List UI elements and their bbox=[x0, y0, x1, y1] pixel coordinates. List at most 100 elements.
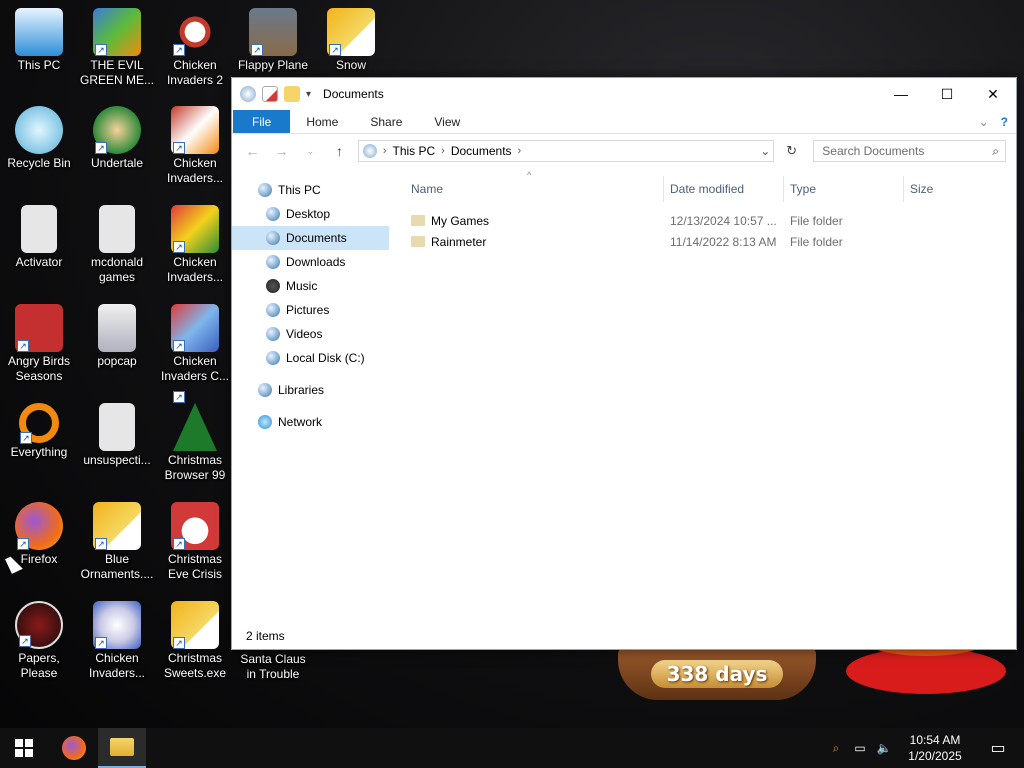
pictures-icon bbox=[266, 303, 280, 317]
file-icon bbox=[99, 403, 135, 451]
desktop-icon-label: Chicken Invaders... bbox=[88, 651, 146, 680]
desktop-icon-chicken-invaders-4[interactable]: ↗ Chicken Invaders... bbox=[156, 205, 234, 285]
customize-toolbar-icon[interactable]: ▾ bbox=[306, 89, 311, 100]
nav-label: Pictures bbox=[286, 303, 330, 317]
desktop-icon-everything[interactable]: ↗ Everything bbox=[0, 403, 78, 460]
desktop-icon-flappy-plane[interactable]: ↗ Flappy Plane bbox=[234, 8, 312, 73]
desktop-icon-christmas-sweets[interactable]: ↗ Christmas Sweets.exe bbox=[156, 601, 234, 681]
chicken-icon: ↗ bbox=[171, 205, 219, 253]
desktop-icon-chicken-invaders-3[interactable]: ↗ Chicken Invaders... bbox=[156, 106, 234, 186]
file-row[interactable]: My Games 12/13/2024 10:57 ... File folde… bbox=[407, 210, 1016, 231]
nav-videos[interactable]: Videos bbox=[232, 322, 389, 346]
breadcrumb-separator-icon[interactable]: › bbox=[441, 145, 445, 157]
system-tray: ⌕ ▭ 🔈 10:54 AM 1/20/2025 ▭ bbox=[828, 728, 1024, 768]
desktop-icon-papers-please[interactable]: ↗ Papers, Please bbox=[0, 601, 78, 681]
nav-pictures[interactable]: Pictures bbox=[232, 298, 389, 322]
search-box[interactable]: ⌕ bbox=[813, 140, 1007, 162]
tab-home[interactable]: Home bbox=[290, 110, 354, 133]
maximize-button[interactable]: ☐ bbox=[924, 78, 970, 110]
clock[interactable]: 10:54 AM 1/20/2025 bbox=[900, 732, 970, 764]
everything-tray-icon[interactable]: ⌕ bbox=[828, 740, 844, 756]
desktop-icon-label: Snow bbox=[335, 58, 367, 72]
search-icon[interactable]: ⌕ bbox=[992, 144, 1005, 159]
desktop-icon-recycle-bin[interactable]: Recycle Bin bbox=[0, 106, 78, 171]
up-button[interactable]: ↑ bbox=[329, 143, 350, 159]
start-button[interactable] bbox=[0, 728, 48, 768]
taskbar-firefox[interactable] bbox=[50, 728, 98, 768]
column-header-name[interactable]: Name bbox=[407, 176, 664, 202]
file-icon bbox=[99, 205, 135, 253]
address-dropdown-icon[interactable]: ⌄ bbox=[757, 144, 773, 158]
properties-icon[interactable] bbox=[262, 86, 278, 102]
desktop-icon-santa-claus-trouble[interactable]: Santa Claus in Trouble bbox=[234, 652, 312, 682]
nav-documents[interactable]: Documents bbox=[232, 226, 389, 250]
close-icon: ✕ bbox=[987, 85, 999, 102]
countdown-stand: 338 days bbox=[618, 648, 816, 700]
desktop-icon-christmas-eve-crisis[interactable]: ↗ Christmas Eve Crisis bbox=[156, 502, 234, 582]
nav-local-disk[interactable]: Local Disk (C:) bbox=[232, 346, 389, 370]
nav-music[interactable]: Music bbox=[232, 274, 389, 298]
minimize-button[interactable]: — bbox=[878, 78, 924, 110]
shortcut-arrow-icon: ↗ bbox=[173, 391, 185, 403]
nav-network[interactable]: Network bbox=[232, 410, 389, 434]
nav-libraries[interactable]: Libraries bbox=[232, 378, 389, 402]
desktop-icon-evil-green-me[interactable]: ↗ THE EVIL GREEN ME... bbox=[78, 8, 156, 88]
nav-desktop[interactable]: Desktop bbox=[232, 202, 389, 226]
desktop-icon-label: Firefox bbox=[20, 552, 58, 566]
nav-label: Documents bbox=[286, 231, 347, 245]
taskbar-file-explorer[interactable] bbox=[98, 728, 146, 768]
tab-view[interactable]: View bbox=[418, 110, 476, 133]
sort-ascending-icon: ^ bbox=[527, 170, 532, 180]
desktop-icon-mcdonald-games[interactable]: mcdonald games bbox=[78, 205, 156, 285]
breadcrumb-documents[interactable]: Documents bbox=[451, 144, 512, 158]
column-header-date[interactable]: Date modified bbox=[664, 176, 784, 202]
nav-label: Videos bbox=[286, 327, 323, 341]
breadcrumb-this-pc[interactable]: This PC bbox=[392, 144, 435, 158]
desktop-icon-chicken-invaders-2[interactable]: ↗ Chicken Invaders 2 bbox=[156, 8, 234, 88]
desktop-icon-unsuspecting[interactable]: unsuspecti... bbox=[78, 403, 156, 468]
desktop-icon-this-pc[interactable]: This PC bbox=[0, 8, 78, 73]
network-tray-icon[interactable]: ▭ bbox=[852, 740, 868, 756]
action-center-button[interactable]: ▭ bbox=[978, 728, 1018, 768]
tab-share[interactable]: Share bbox=[354, 110, 418, 133]
tab-file[interactable]: File bbox=[233, 110, 291, 133]
desktop-icon-label: Christmas Eve Crisis bbox=[167, 552, 222, 581]
nav-downloads[interactable]: Downloads bbox=[232, 250, 389, 274]
desktop-icon-activator[interactable]: Activator bbox=[0, 205, 78, 270]
desktop-icon-label: popcap bbox=[97, 354, 137, 368]
nav-this-pc[interactable]: This PC bbox=[232, 178, 389, 202]
volume-muted-icon[interactable]: 🔈 bbox=[876, 740, 892, 756]
file-list: ^ Name Date modified Type Size My Games … bbox=[389, 170, 1016, 623]
close-button[interactable]: ✕ bbox=[970, 78, 1016, 110]
desktop-icon-blue-ornaments[interactable]: ↗ Blue Ornaments.... bbox=[78, 502, 156, 582]
address-bar[interactable]: › This PC › Documents › ⌄ bbox=[357, 140, 775, 162]
desktop-icon-chicken-invaders-6[interactable]: ↗ Chicken Invaders... bbox=[78, 601, 156, 681]
videos-icon bbox=[266, 327, 280, 341]
refresh-button[interactable]: ↻ bbox=[782, 143, 801, 159]
desktop-icon-angry-birds[interactable]: ↗ Angry Birds Seasons bbox=[0, 304, 78, 384]
popcap-icon bbox=[98, 304, 136, 352]
nav-label: Desktop bbox=[286, 207, 331, 221]
column-header-size[interactable]: Size bbox=[904, 176, 984, 202]
title-bar[interactable]: ▾ Documents — ☐ ✕ bbox=[232, 78, 1016, 110]
forward-button[interactable]: → bbox=[271, 143, 292, 159]
help-icon[interactable]: ? bbox=[1001, 115, 1008, 129]
expand-ribbon-icon[interactable]: ⌄ bbox=[979, 115, 989, 129]
nav-label: Local Disk (C:) bbox=[286, 351, 365, 365]
file-name: My Games bbox=[431, 213, 490, 228]
file-icon bbox=[21, 205, 57, 253]
column-header-type[interactable]: Type bbox=[784, 176, 904, 202]
new-folder-icon[interactable] bbox=[284, 86, 300, 102]
search-input[interactable] bbox=[822, 144, 993, 158]
breadcrumb-separator-icon[interactable]: › bbox=[518, 145, 522, 157]
desktop-icon-popcap[interactable]: popcap bbox=[78, 304, 156, 369]
back-button[interactable]: ← bbox=[242, 143, 263, 159]
desktop-icon-undertale[interactable]: ↗ Undertale bbox=[78, 106, 156, 171]
shortcut-arrow-icon: ↗ bbox=[17, 340, 29, 352]
desktop-icon-chicken-invaders-c[interactable]: ↗ Chicken Invaders C... bbox=[156, 304, 234, 384]
desktop-icon-christmas-browser[interactable]: ↗ Christmas Browser 99 bbox=[156, 391, 234, 483]
file-row[interactable]: Rainmeter 11/14/2022 8:13 AM File folder bbox=[407, 231, 1016, 252]
recent-locations-icon[interactable]: ⌄ bbox=[300, 146, 321, 157]
ribbon-tabs: File Home Share View ⌄ ? bbox=[232, 110, 1016, 134]
desktop-icon-snow[interactable]: ↗ Snow bbox=[312, 8, 390, 73]
